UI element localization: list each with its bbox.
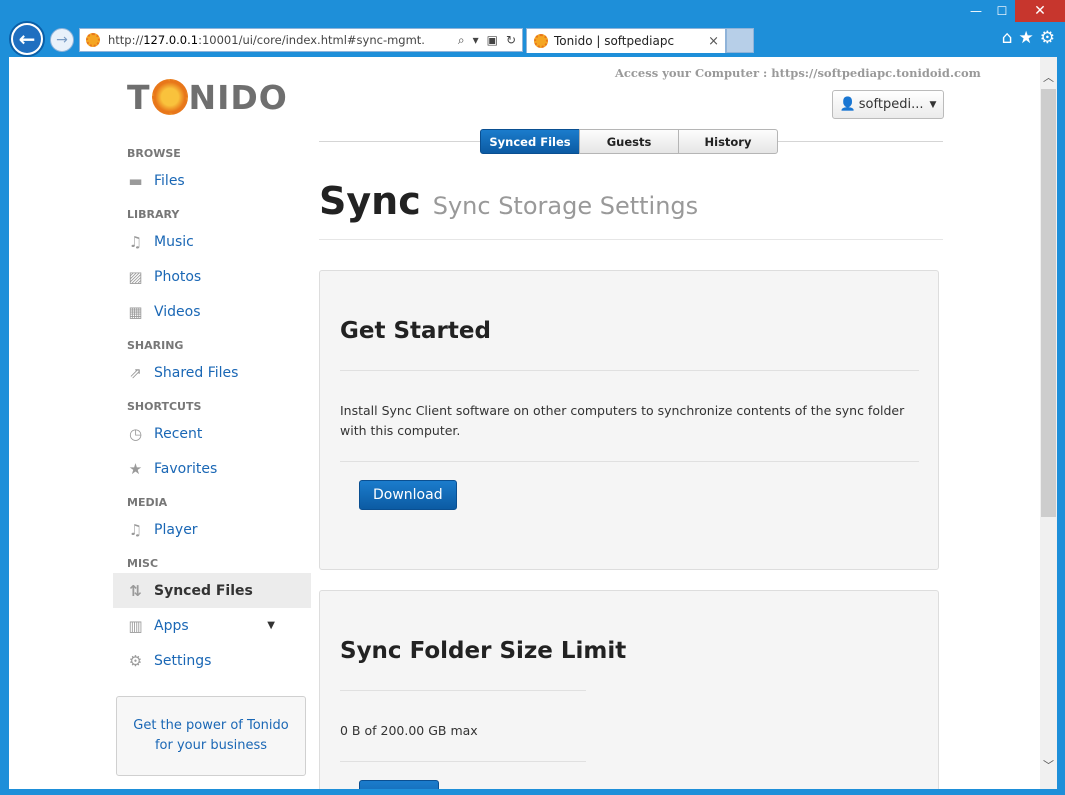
card-divider: [340, 461, 919, 462]
forward-button[interactable]: →: [50, 28, 74, 52]
page-title: Sync: [319, 179, 421, 223]
dropdown-icon[interactable]: ▾: [473, 33, 479, 48]
star-icon: ★: [128, 459, 143, 478]
page-heading: Sync Sync Storage Settings: [319, 179, 698, 223]
caret-down-icon: ▼: [929, 99, 937, 110]
close-window-button[interactable]: ✕: [1015, 0, 1065, 22]
tab-guests[interactable]: Guests: [579, 129, 679, 154]
compatibility-icon[interactable]: ▣: [487, 33, 498, 48]
bar-chart-icon: ▥: [128, 616, 143, 635]
size-usage-text: 0 B of 200.00 GB max: [340, 723, 478, 738]
favorites-star-icon[interactable]: ★: [1019, 28, 1034, 48]
section-library: LIBRARY: [127, 208, 180, 221]
site-favicon-icon: [86, 33, 100, 47]
scroll-thumb[interactable]: [1041, 89, 1056, 517]
tab-title: Tonido | softpediapc: [554, 34, 675, 48]
music-note-icon: ♫: [128, 520, 143, 539]
sidebar-item-files[interactable]: ▬ Files: [113, 163, 311, 198]
tab-synced-files[interactable]: Synced Files: [480, 129, 580, 154]
sidebar-item-synced-files[interactable]: ⇅ Synced Files: [113, 573, 311, 608]
tab-close-icon[interactable]: ×: [708, 34, 725, 49]
settings-gear-icon[interactable]: ⚙: [1040, 28, 1055, 48]
user-menu-button[interactable]: 👤 softpedi... ▼: [832, 90, 944, 119]
section-media: MEDIA: [127, 496, 168, 509]
card-action-button[interactable]: [359, 780, 439, 789]
card-title: Sync Folder Size Limit: [340, 638, 627, 664]
new-tab-button[interactable]: [726, 28, 754, 53]
caret-down-icon[interactable]: ▼: [267, 620, 275, 631]
search-icon[interactable]: ⌕: [458, 33, 465, 48]
sun-logo-icon: [151, 79, 188, 115]
sidebar-item-recent[interactable]: ◷ Recent: [113, 416, 311, 451]
card-description: Install Sync Client software on other co…: [340, 403, 905, 438]
music-note-icon: ♫: [128, 232, 143, 251]
sidebar-item-apps[interactable]: ▥ Apps ▼: [113, 608, 311, 643]
browser-chrome: — ☐ ✕ ← → http://127.0.0.1:10001/ui/core…: [0, 0, 1065, 57]
size-limit-card: Sync Folder Size Limit 0 B of 200.00 GB …: [319, 590, 939, 789]
tab-favicon-icon: [534, 34, 548, 48]
access-computer-text[interactable]: Access your Computer : https://softpedia…: [615, 66, 981, 80]
download-button[interactable]: Download: [359, 480, 457, 510]
minimize-button[interactable]: —: [963, 0, 989, 22]
card-divider: [340, 761, 586, 762]
sidebar-item-favorites[interactable]: ★ Favorites: [113, 451, 311, 486]
user-icon: 👤: [839, 97, 856, 112]
page-viewport: T NIDO Access your Computer : https://so…: [9, 57, 1057, 789]
film-icon: ▦: [128, 302, 143, 321]
scroll-down-icon[interactable]: ﹀: [1040, 755, 1057, 775]
get-started-card: Get Started Install Sync Client software…: [319, 270, 939, 570]
sidebar-item-shared-files[interactable]: ⇗ Shared Files: [113, 355, 311, 390]
clock-icon: ◷: [128, 424, 143, 443]
home-icon[interactable]: ⌂: [1002, 28, 1013, 48]
section-browse: BROWSE: [127, 147, 181, 160]
folder-icon: ▬: [128, 171, 143, 190]
address-bar[interactable]: http://127.0.0.1:10001/ui/core/index.htm…: [79, 28, 523, 52]
share-icon: ⇗: [129, 363, 142, 382]
sidebar-item-settings[interactable]: ⚙ Settings: [113, 643, 311, 678]
sync-tabs: Synced Files Guests History: [480, 129, 778, 154]
sidebar-item-videos[interactable]: ▦ Videos: [113, 294, 311, 329]
tonido-logo[interactable]: T NIDO: [127, 77, 288, 117]
browser-toolbar-icons: ⌂ ★ ⚙: [1002, 28, 1055, 48]
vertical-scrollbar[interactable]: ︿ ﹀: [1040, 57, 1057, 789]
page-subtitle: Sync Storage Settings: [432, 192, 699, 220]
scroll-up-icon[interactable]: ︿: [1040, 67, 1057, 87]
gears-icon: ⚙: [128, 651, 143, 670]
section-shortcuts: SHORTCUTS: [127, 400, 202, 413]
section-misc: MISC: [127, 557, 159, 570]
tab-history[interactable]: History: [678, 129, 778, 154]
browser-tab[interactable]: Tonido | softpediapc ×: [526, 28, 726, 53]
section-sharing: SHARING: [127, 339, 184, 352]
sidebar: BROWSE ▬ Files LIBRARY ♫ Music ▨ Photos …: [113, 137, 311, 678]
address-url[interactable]: http://127.0.0.1:10001/ui/core/index.htm…: [108, 33, 458, 47]
heading-divider: [319, 239, 943, 240]
maximize-button[interactable]: ☐: [989, 0, 1015, 22]
picture-icon: ▨: [128, 267, 143, 286]
address-tools: ⌕ ▾ ▣ ↻: [458, 33, 522, 48]
window-controls: — ☐ ✕: [963, 0, 1065, 22]
sidebar-item-player[interactable]: ♫ Player: [113, 512, 311, 547]
sidebar-item-photos[interactable]: ▨ Photos: [113, 259, 311, 294]
back-arrow-icon: ←: [13, 25, 41, 53]
card-title: Get Started: [340, 318, 491, 344]
refresh-icon[interactable]: ↻: [506, 33, 516, 48]
card-divider: [340, 690, 586, 691]
back-button[interactable]: ←: [9, 21, 45, 57]
card-divider: [340, 370, 919, 371]
sidebar-item-music[interactable]: ♫ Music: [113, 224, 311, 259]
sync-arrows-icon: ⇅: [129, 581, 142, 600]
business-promo-link[interactable]: Get the power of Tonido for your busines…: [116, 696, 306, 776]
